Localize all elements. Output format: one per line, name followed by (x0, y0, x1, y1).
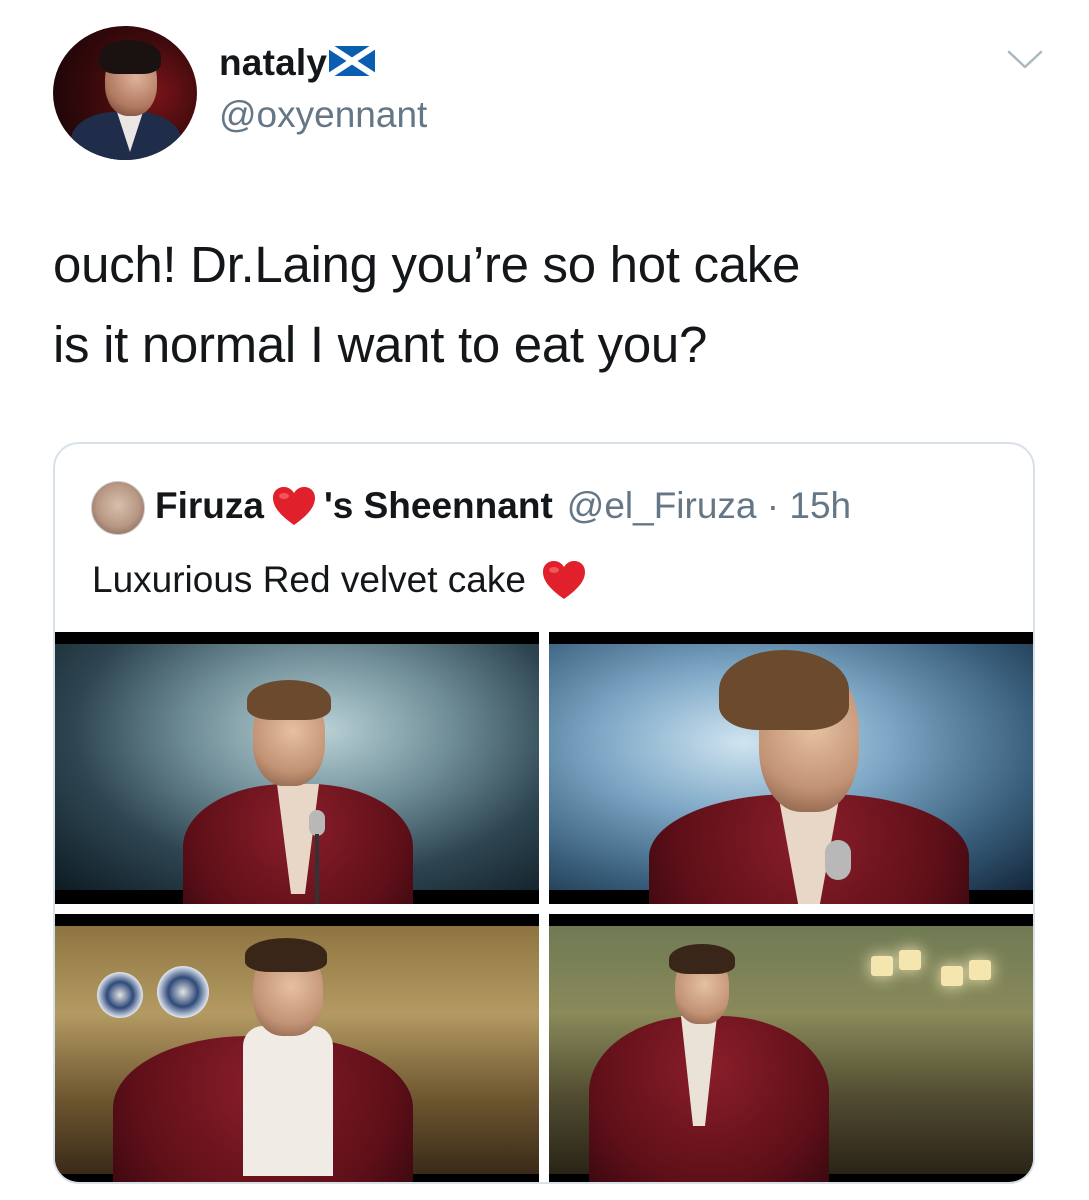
quoted-tweet-text-row: Luxurious Red velvet cake (92, 558, 594, 602)
tweet-text: ouch! Dr.Laing you’re so hot cake is it … (53, 225, 800, 385)
photo-3-scene (55, 926, 539, 1182)
figure-hair (669, 944, 735, 974)
author-handle[interactable]: @oxyennant (219, 94, 427, 136)
photo-1-scene (55, 644, 539, 904)
microphone-stand (315, 834, 319, 904)
quoted-tweet-header: Firuza 's Sheennant @el_Firuza · 15h (155, 484, 851, 528)
quoted-author-name-part1[interactable]: Firuza (155, 485, 264, 527)
decorative-plate (97, 972, 143, 1018)
quoted-author-avatar[interactable] (91, 481, 145, 535)
red-heart-icon (272, 487, 315, 525)
photo-grid (55, 632, 1033, 1182)
lamp (941, 966, 963, 986)
lamp (899, 950, 921, 970)
photo-2-scene (549, 644, 1033, 904)
photo-2[interactable] (549, 632, 1033, 904)
author-avatar[interactable] (53, 26, 197, 160)
quoted-tweet-card[interactable]: Firuza 's Sheennant @el_Firuza · 15h Lux… (53, 442, 1035, 1184)
author-name[interactable]: nataly (219, 42, 327, 84)
photo-1[interactable] (55, 632, 539, 904)
photo-4-scene (549, 926, 1033, 1182)
figure-hair (245, 938, 327, 972)
lamp (969, 960, 991, 980)
red-heart-icon (542, 561, 585, 599)
avatar-hair (99, 40, 161, 74)
author-name-row[interactable]: nataly (219, 42, 376, 84)
quoted-tweet-text: Luxurious Red velvet cake (92, 559, 526, 600)
figure-hair (719, 650, 849, 730)
microphone (309, 810, 325, 836)
photo-3[interactable] (55, 914, 539, 1182)
tweet-text-line-1: ouch! Dr.Laing you’re so hot cake (53, 236, 801, 293)
lamp (871, 956, 893, 976)
decorative-plate (157, 966, 209, 1018)
tweet-text-line-2: is it normal I want to eat you? (53, 316, 708, 373)
chevron-down-icon[interactable] (1005, 48, 1045, 72)
photo-4[interactable] (549, 914, 1033, 1182)
microphone (825, 840, 851, 880)
scotland-flag-icon (329, 46, 376, 76)
figure-hair (247, 680, 331, 720)
quoted-author-name-part2[interactable]: 's Sheennant (324, 485, 553, 527)
figure-shirt (243, 1026, 333, 1176)
quoted-handle-time[interactable]: @el_Firuza · 15h (567, 485, 851, 527)
